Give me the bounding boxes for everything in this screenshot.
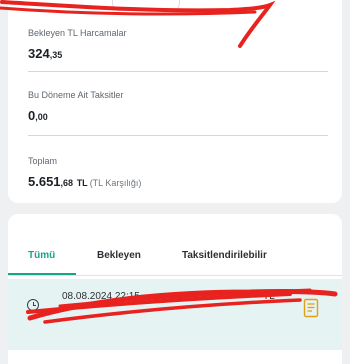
period-installments-amount: 0,00 — [28, 108, 48, 123]
total-currency-note: (TL Karşılığı) — [89, 178, 142, 188]
pending-amount-integer: 324 — [28, 46, 50, 61]
total-amount: 5.651,68 TL (TL Karşılığı) — [28, 174, 141, 189]
total-amount-integer: 5.651 — [28, 174, 61, 189]
receipt-icon[interactable] — [303, 298, 319, 318]
divider — [28, 135, 328, 136]
total-label: Toplam — [28, 156, 58, 166]
sheet-handle — [112, 0, 180, 11]
pending-amount-decimal: ,35 — [49, 50, 63, 60]
total-amount-decimal: ,68 — [60, 178, 74, 188]
pending-spending-label: Bekleyen TL Harcamalar — [28, 28, 127, 38]
divider — [28, 71, 328, 72]
tab-all[interactable]: Tümü — [28, 250, 55, 261]
pending-spending-amount: 324,35 — [28, 46, 62, 61]
transaction-amount: TL — [263, 291, 275, 302]
tab-pending[interactable]: Bekleyen — [97, 250, 141, 261]
active-tab-indicator — [8, 273, 76, 275]
period-amount-decimal: ,00 — [35, 112, 48, 122]
tab-installable[interactable]: Taksitlendirilebilir — [182, 250, 267, 261]
total-currency: TL — [76, 178, 88, 188]
transaction-date: 08.08.2024 22:15 — [62, 291, 140, 302]
clock-icon — [27, 299, 39, 311]
tabs-divider — [8, 275, 342, 276]
period-installments-label: Bu Döneme Ait Taksitler — [28, 90, 124, 100]
transaction-row[interactable] — [8, 279, 342, 350]
